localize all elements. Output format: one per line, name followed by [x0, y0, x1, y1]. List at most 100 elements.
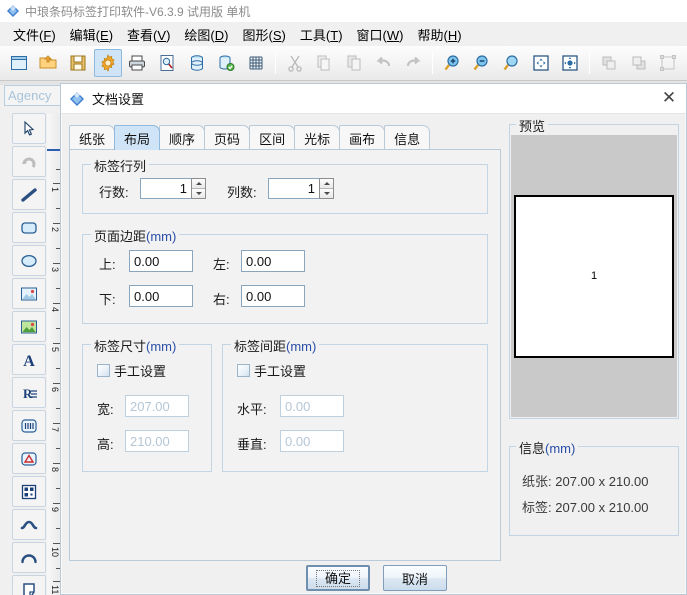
barcode-icon[interactable]	[12, 410, 46, 441]
margin-left-input[interactable]: 0.00	[241, 250, 305, 272]
database-icon[interactable]	[183, 49, 211, 77]
align-front-icon[interactable]	[595, 49, 623, 77]
tab-order[interactable]: 顺序	[159, 125, 206, 150]
menu-draw[interactable]: 绘图(D)	[178, 23, 236, 46]
margin-top-input[interactable]: 0.00	[129, 250, 193, 272]
arc-icon[interactable]	[12, 542, 46, 573]
rows-spin-up[interactable]	[192, 179, 205, 189]
tab-layout[interactable]: 布局	[114, 125, 161, 150]
info-legend-unit: (mm)	[545, 441, 576, 456]
close-icon[interactable]: ✕	[658, 88, 680, 110]
cols-spin-buttons[interactable]	[319, 178, 334, 199]
menu-edit-label: 编辑	[69, 27, 96, 43]
curve-icon[interactable]	[12, 509, 46, 540]
zoom-in-icon[interactable]	[438, 49, 466, 77]
page-margins-group: 页面边距(mm) 上: 0.00 左: 0.00 下: 0.00 右: 0.00	[82, 226, 488, 324]
paste-icon[interactable]	[340, 49, 368, 77]
page-margins-legend-text: 页面边距	[94, 229, 147, 244]
cancel-button[interactable]: 取消	[383, 565, 447, 591]
grid-icon[interactable]	[242, 49, 270, 77]
tab-range-label: 区间	[259, 131, 286, 147]
toolbar-separator-2	[431, 52, 433, 74]
picture-icon[interactable]	[12, 311, 46, 342]
new-document-icon[interactable]	[5, 49, 33, 77]
rows-input[interactable]: 1	[140, 178, 191, 199]
cut-icon[interactable]	[281, 49, 309, 77]
label-spacing-group: 标签间距(mm) 手工设置 水平: 0.00 垂直: 0.00	[222, 336, 488, 472]
open-document-icon[interactable]	[35, 49, 63, 77]
label-size-manual-checkbox[interactable]: 手工设置	[97, 361, 166, 380]
font-family-combo[interactable]: Agency	[4, 85, 66, 106]
shape-icon[interactable]	[12, 443, 46, 474]
menu-edit[interactable]: 编辑(E)	[64, 23, 121, 46]
document-settings-icon[interactable]	[93, 49, 122, 77]
preview-legend: 预览	[516, 116, 549, 135]
fit-page-icon[interactable]	[527, 49, 555, 77]
menu-shape-accel: S	[272, 27, 282, 43]
preview-page: 1	[514, 194, 674, 358]
cols-stepper[interactable]: 1	[268, 178, 334, 199]
cancel-button-label: 取消	[401, 571, 428, 587]
preview-group: 预览 1	[509, 116, 679, 419]
zoom-icon[interactable]	[497, 49, 525, 77]
undo-icon[interactable]	[370, 49, 398, 77]
line-icon[interactable]	[12, 179, 46, 210]
tab-info[interactable]: 信息	[384, 125, 431, 150]
rich-text-icon[interactable]: R	[12, 377, 46, 408]
tab-canvas[interactable]: 画布	[339, 125, 386, 150]
database-connect-icon[interactable]	[212, 49, 240, 77]
rows-stepper[interactable]: 1	[140, 178, 206, 199]
tab-range[interactable]: 区间	[249, 125, 296, 150]
vertical-ruler: 1 2 3 4 5 6 7 8 9 10 11	[47, 113, 61, 595]
label-spacing-legend-unit: (mm)	[286, 339, 317, 354]
copy-icon[interactable]	[310, 49, 338, 77]
checkbox-box[interactable]	[237, 364, 250, 377]
image-icon[interactable]	[12, 278, 46, 309]
align-back-icon[interactable]	[625, 49, 653, 77]
label-height-input[interactable]: 210.00	[125, 430, 189, 452]
label-width-input[interactable]: 207.00	[125, 395, 189, 417]
group-icon[interactable]	[654, 49, 682, 77]
text-icon[interactable]: A	[12, 344, 46, 375]
label-size-group: 标签尺寸(mm) 手工设置 宽: 207.00 高: 210.00	[82, 336, 212, 472]
menu-help[interactable]: 帮助(H)	[412, 23, 470, 46]
fit-selection-icon[interactable]	[557, 49, 585, 77]
polygon-icon[interactable]	[12, 575, 46, 595]
checkbox-box[interactable]	[97, 364, 110, 377]
pointer-icon[interactable]	[12, 113, 46, 144]
rectangle-icon[interactable]	[12, 212, 46, 243]
print-preview-icon[interactable]	[153, 49, 181, 77]
rows-spin-buttons[interactable]	[191, 178, 206, 199]
menu-help-label: 帮助	[417, 27, 444, 43]
cols-input[interactable]: 1	[268, 178, 319, 199]
ruler-label-2: 2	[50, 227, 60, 233]
ok-button[interactable]: 确定	[306, 565, 370, 591]
menu-file[interactable]: 文件(F)	[7, 23, 64, 46]
cols-spin-up[interactable]	[320, 179, 333, 189]
margin-bottom-input[interactable]: 0.00	[129, 285, 193, 307]
redo-icon[interactable]	[399, 49, 427, 77]
tab-page-number[interactable]: 页码	[204, 125, 251, 150]
tab-cursor[interactable]: 光标	[294, 125, 341, 150]
menu-window[interactable]: 窗口(W)	[351, 23, 412, 46]
menu-tools[interactable]: 工具(T)	[294, 23, 351, 46]
menu-view[interactable]: 查看(V)	[121, 23, 178, 46]
tab-paper[interactable]: 纸张	[69, 125, 116, 150]
ellipse-icon[interactable]	[12, 245, 46, 276]
rotate-icon[interactable]	[12, 146, 46, 177]
tab-info-label: 信息	[394, 131, 421, 147]
label-spacing-manual-label: 手工设置	[254, 364, 307, 379]
cols-spin-down[interactable]	[320, 189, 333, 198]
rows-spin-down[interactable]	[192, 189, 205, 198]
spacing-horizontal-input[interactable]: 0.00	[280, 395, 344, 417]
menu-shape[interactable]: 图形(S)	[237, 23, 294, 46]
menu-view-accel: V	[157, 27, 167, 43]
qrcode-icon[interactable]	[12, 476, 46, 507]
spacing-vertical-input[interactable]: 0.00	[280, 430, 344, 452]
print-icon[interactable]	[124, 49, 152, 77]
margin-right-input[interactable]: 0.00	[241, 285, 305, 307]
label-spacing-manual-checkbox[interactable]: 手工设置	[237, 361, 306, 380]
save-document-icon[interactable]	[64, 49, 92, 77]
zoom-out-icon[interactable]	[468, 49, 496, 77]
menu-tools-accel: T	[330, 27, 339, 43]
